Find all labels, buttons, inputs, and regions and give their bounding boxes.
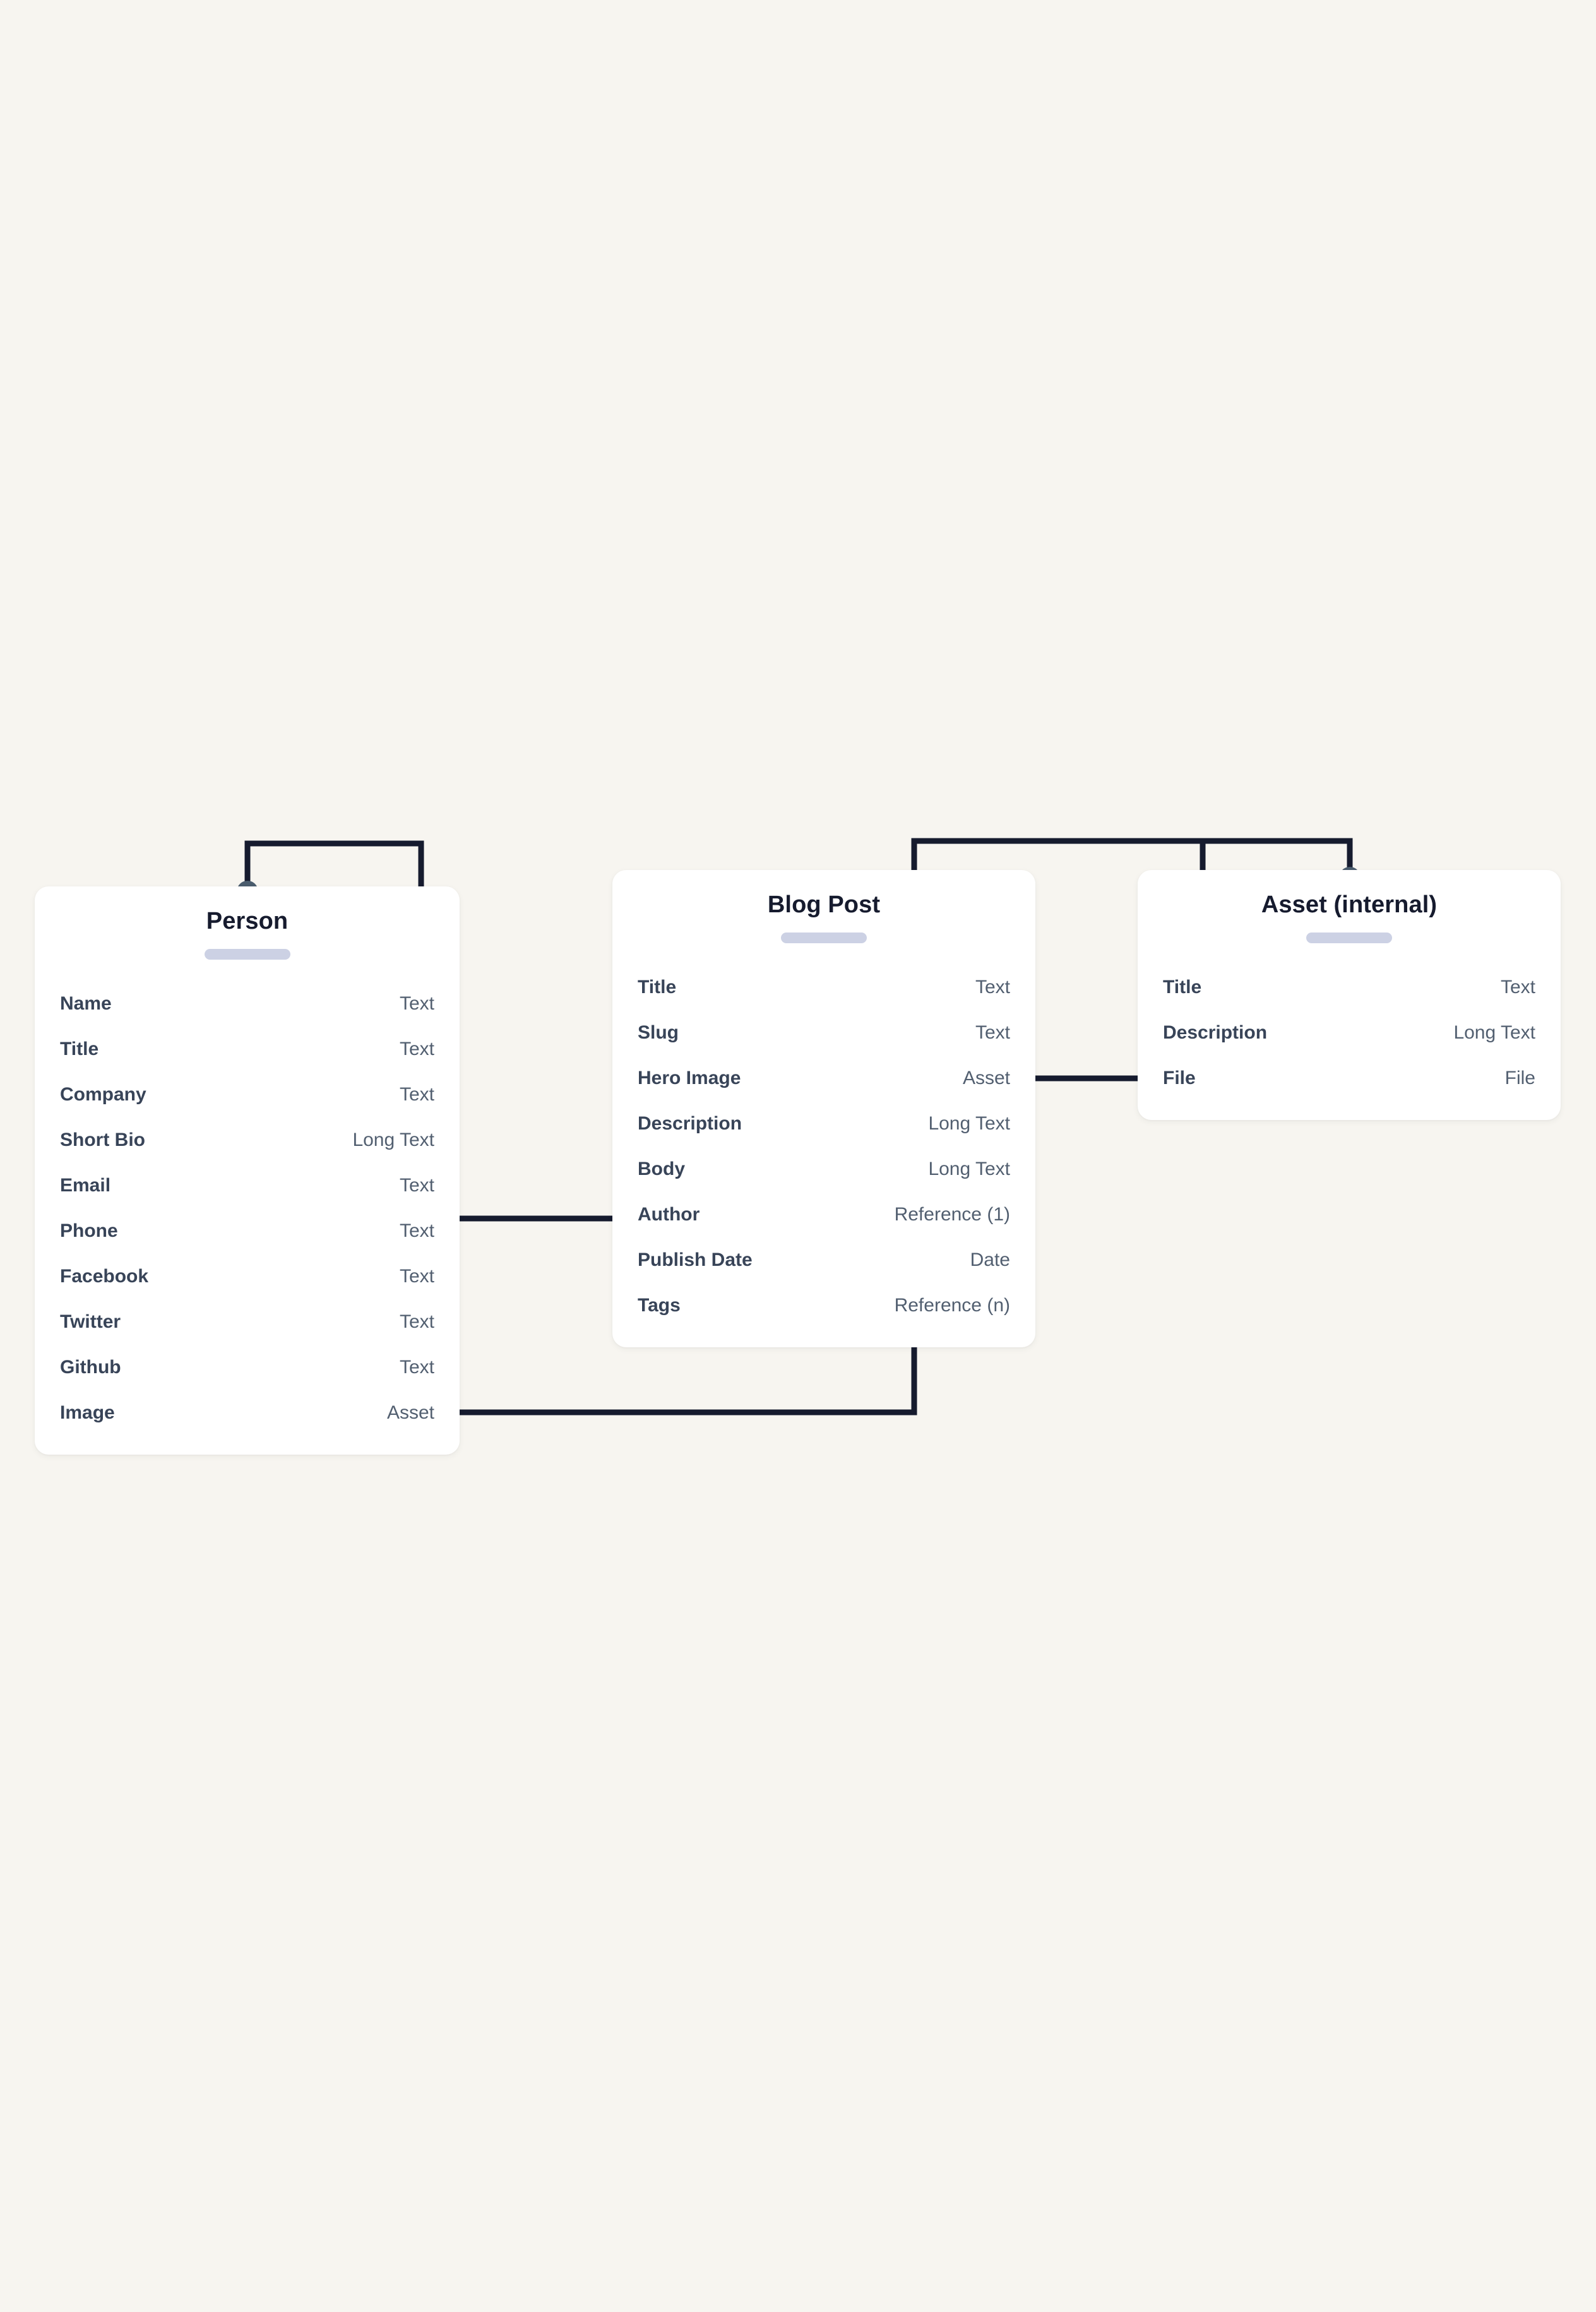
- field-row[interactable]: Image Asset: [60, 1390, 434, 1436]
- field-label: Name: [60, 993, 112, 1014]
- entity-title-person: Person: [206, 908, 289, 934]
- field-row[interactable]: Github Text: [60, 1345, 434, 1390]
- field-type: Text: [399, 1311, 434, 1332]
- entity-pill-wrap-person: [60, 949, 434, 960]
- field-label: Twitter: [60, 1311, 121, 1332]
- field-row[interactable]: Slug Text: [638, 1010, 1010, 1056]
- field-label: Slug: [638, 1022, 679, 1043]
- field-row[interactable]: Tags Reference (n): [638, 1283, 1010, 1328]
- field-label: Email: [60, 1175, 111, 1196]
- field-type: Text: [975, 1022, 1010, 1043]
- connector-person-image-to-asset: [460, 1337, 917, 1415]
- field-row[interactable]: Facebook Text: [60, 1254, 434, 1299]
- field-row[interactable]: Publish Date Date: [638, 1237, 1010, 1283]
- field-label: Github: [60, 1357, 121, 1378]
- field-list-blog-post: Title Text Slug Text Hero Image Asset De…: [638, 965, 1010, 1328]
- field-type: Text: [975, 977, 1010, 998]
- field-label: Description: [1163, 1022, 1268, 1043]
- field-label: Title: [1163, 977, 1202, 998]
- field-label: Body: [638, 1159, 685, 1179]
- entity-title-blog-post: Blog Post: [767, 891, 881, 918]
- field-row[interactable]: Phone Text: [60, 1208, 434, 1254]
- field-label: Short Bio: [60, 1129, 145, 1150]
- field-label: Title: [60, 1039, 99, 1059]
- field-type: File: [1504, 1068, 1535, 1088]
- field-label: Facebook: [60, 1266, 149, 1287]
- field-type: Long Text: [1453, 1022, 1535, 1043]
- field-type: Long Text: [352, 1129, 434, 1150]
- field-type: Text: [399, 1084, 434, 1105]
- entity-card-person[interactable]: Person Name Text Title Text Company Text…: [35, 886, 460, 1455]
- field-row[interactable]: Company Text: [60, 1072, 434, 1117]
- field-type: Text: [399, 993, 434, 1014]
- field-row[interactable]: Short Bio Long Text: [60, 1117, 434, 1163]
- entity-pill-person: [204, 949, 290, 960]
- field-type: Asset: [962, 1068, 1010, 1088]
- field-label: Publish Date: [638, 1249, 753, 1270]
- field-row[interactable]: Title Text: [1163, 965, 1535, 1010]
- field-label: File: [1163, 1068, 1196, 1088]
- field-type: Text: [399, 1357, 434, 1378]
- entity-pill-blog-post: [781, 933, 867, 943]
- field-label: Description: [638, 1113, 742, 1134]
- field-type: Reference (1): [894, 1204, 1010, 1225]
- field-type: Long Text: [928, 1159, 1010, 1179]
- field-row[interactable]: Email Text: [60, 1163, 434, 1208]
- field-type: Date: [970, 1249, 1010, 1270]
- entity-title-asset: Asset (internal): [1261, 891, 1438, 918]
- diagram-canvas: Person Name Text Title Text Company Text…: [0, 0, 1596, 2312]
- field-type: Text: [399, 1220, 434, 1241]
- field-row[interactable]: Title Text: [60, 1027, 434, 1072]
- entity-pill-asset: [1306, 933, 1392, 943]
- field-type: Text: [399, 1266, 434, 1287]
- field-label: Phone: [60, 1220, 118, 1241]
- field-row[interactable]: Description Long Text: [1163, 1010, 1535, 1056]
- field-row[interactable]: Title Text: [638, 965, 1010, 1010]
- field-row[interactable]: File File: [1163, 1056, 1535, 1101]
- field-label: Image: [60, 1402, 115, 1423]
- entity-pill-wrap-blog-post: [638, 933, 1010, 943]
- field-list-asset: Title Text Description Long Text File Fi…: [1163, 965, 1535, 1101]
- entity-card-blog-post[interactable]: Blog Post Title Text Slug Text Hero Imag…: [612, 870, 1035, 1347]
- field-type: Text: [399, 1039, 434, 1059]
- field-row[interactable]: Name Text: [60, 981, 434, 1027]
- entity-card-asset[interactable]: Asset (internal) Title Text Description …: [1138, 870, 1561, 1120]
- field-row[interactable]: Body Long Text: [638, 1147, 1010, 1192]
- entity-pill-wrap-asset: [1163, 933, 1535, 943]
- field-row[interactable]: Twitter Text: [60, 1299, 434, 1345]
- field-label: Company: [60, 1084, 146, 1105]
- field-type: Text: [399, 1175, 434, 1196]
- field-row[interactable]: Hero Image Asset: [638, 1056, 1010, 1101]
- field-type: Asset: [386, 1402, 434, 1423]
- field-label: Tags: [638, 1295, 681, 1316]
- field-row[interactable]: Description Long Text: [638, 1101, 1010, 1147]
- field-label: Title: [638, 977, 677, 998]
- field-row[interactable]: Author Reference (1): [638, 1192, 1010, 1237]
- field-type: Text: [1500, 977, 1535, 998]
- field-type: Reference (n): [894, 1295, 1010, 1316]
- field-list-person: Name Text Title Text Company Text Short …: [60, 981, 434, 1436]
- field-type: Long Text: [928, 1113, 1010, 1134]
- field-label: Hero Image: [638, 1068, 741, 1088]
- field-label: Author: [638, 1204, 700, 1225]
